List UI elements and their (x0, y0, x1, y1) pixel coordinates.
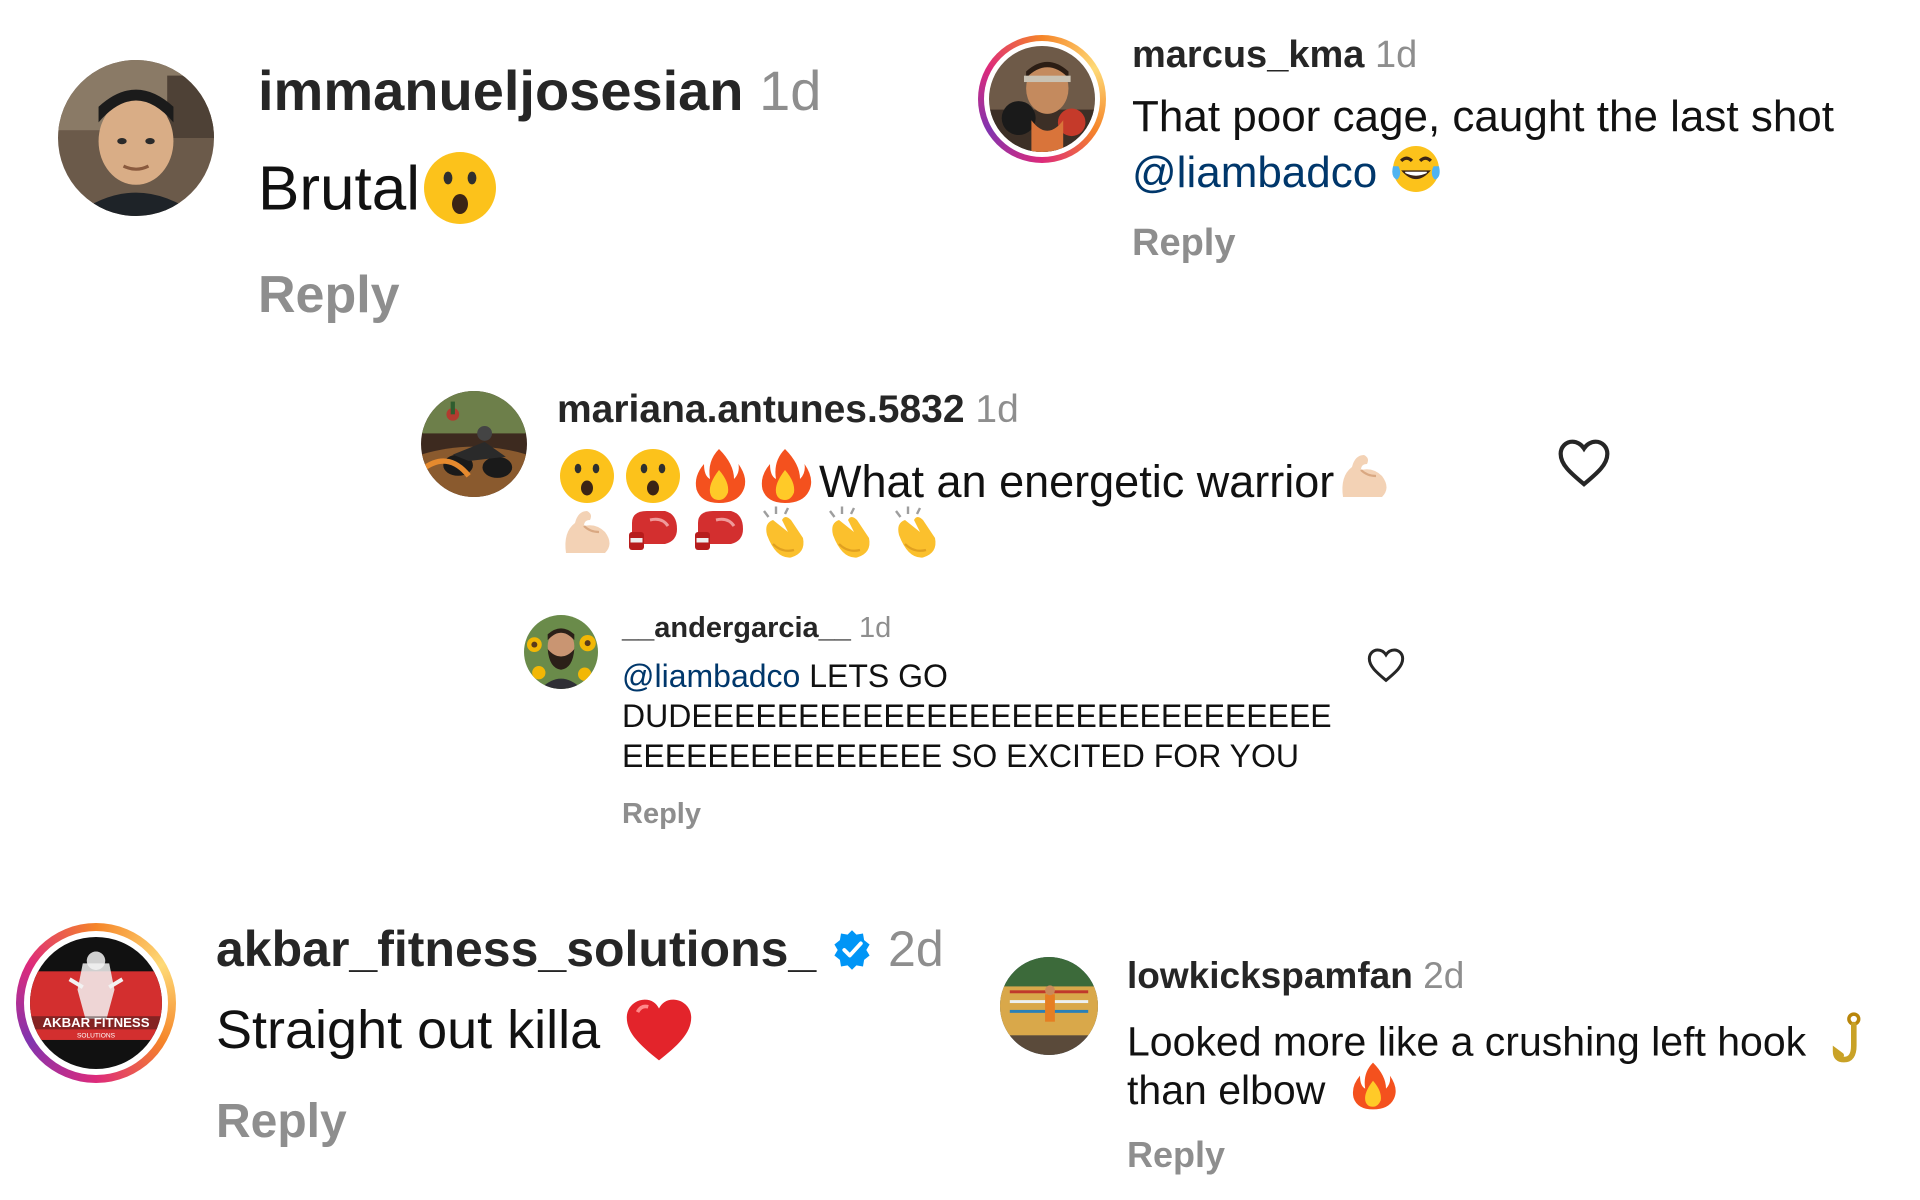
fire-emoji (1352, 1062, 1396, 1110)
avatar-marcus-kma[interactable] (989, 46, 1095, 152)
astonished-face-emoji (626, 449, 680, 503)
reply-button[interactable]: Reply (622, 798, 701, 831)
comment-username[interactable]: mariana.antunes.5832 1d (557, 388, 1019, 432)
mention-link[interactable]: @liambadco (622, 658, 800, 694)
mention-link[interactable]: @liambadco (1132, 148, 1377, 197)
comment-body: What an energetic warrior (819, 456, 1335, 507)
comment-body: That poor cage, caught the last shot (1132, 92, 1835, 141)
comment-time: 1d (1374, 34, 1418, 76)
flexed-biceps-emoji (1342, 455, 1387, 497)
comment-time: 2d (888, 921, 944, 977)
username-text[interactable]: mariana.antunes.5832 (557, 388, 965, 431)
comment-body: Brutal (258, 154, 420, 224)
avatar-brand-subtext: SOLUTIONS (77, 1032, 116, 1039)
comment-text: Brutal (258, 148, 500, 228)
comment-username[interactable]: immanueljosesian 1d (258, 58, 821, 123)
fire-emoji (695, 449, 746, 503)
comment-text: Straight out killa (216, 996, 695, 1064)
reply-button[interactable]: Reply (258, 265, 400, 325)
reply-button[interactable]: Reply (216, 1094, 347, 1149)
comments-collage: immanueljosesian 1d Brutal Reply marcus_… (0, 0, 1920, 1200)
comment-username[interactable]: __andergarcia__ 1d (622, 612, 891, 645)
comment-time: 2d (1423, 955, 1465, 996)
comment-username[interactable]: marcus_kma 1d (1132, 34, 1417, 77)
boxing-glove-emoji (695, 511, 743, 550)
heart-outline-icon[interactable] (1366, 646, 1406, 683)
reply-button[interactable]: Reply (1132, 222, 1235, 265)
clapping-hands-emoji (895, 506, 936, 558)
username-text[interactable]: marcus_kma (1132, 34, 1364, 76)
username-text[interactable]: lowkickspamfan (1127, 955, 1413, 996)
tears-of-joy-emoji (1392, 146, 1441, 192)
clapping-hands-emoji (763, 506, 804, 558)
avatar-andergarcia[interactable] (524, 615, 598, 689)
comment-username[interactable]: akbar_fitness_solutions_ 2d (216, 920, 944, 978)
astonished-face-emoji (423, 152, 496, 224)
comment-time: 1d (859, 612, 892, 644)
comment-body: Straight out killa (216, 999, 601, 1060)
username-text[interactable]: akbar_fitness_solutions_ (216, 921, 816, 977)
username-text[interactable]: __andergarcia__ (622, 612, 851, 644)
comment-body: LETS GO (809, 658, 948, 694)
comment-body: Looked more like a crushing left hook (1127, 1018, 1807, 1065)
red-heart-emoji (627, 999, 692, 1061)
comment-time: 1d (975, 388, 1019, 431)
hook-emoji (1832, 1012, 1861, 1063)
avatar-lowkickspamfan[interactable] (1000, 957, 1098, 1055)
fire-emoji (761, 449, 812, 503)
comment-text-line3: EEEEEEEEEEEEEEE SO EXCITED FOR YOU (622, 738, 1299, 774)
reply-button[interactable]: Reply (1127, 1134, 1225, 1176)
comment-text: @liambadco LETS GO (622, 658, 948, 695)
clapping-hands-emoji (829, 506, 870, 558)
comment-body-line2: than elbow (1127, 1066, 1326, 1113)
comment-text-line2: DUDEEEEEEEEEEEEEEEEEEEEEEEEEEEEEE (622, 698, 1332, 734)
flexed-biceps-emoji (565, 511, 610, 553)
comment-username[interactable]: lowkickspamfan 2d (1127, 955, 1464, 997)
verified-badge-icon (834, 930, 870, 970)
avatar-immanueljosesian[interactable] (58, 60, 214, 216)
astonished-face-emoji (560, 449, 614, 503)
comment-text: That poor cage, caught the last shot (1132, 92, 1834, 142)
comment-text-line2: @liambadco (1132, 142, 1443, 198)
comment-text: What an energetic warrior (557, 446, 1394, 508)
avatar-mariana-antunes[interactable] (421, 391, 527, 497)
username-text[interactable]: immanueljosesian (258, 59, 744, 122)
boxing-glove-emoji (629, 511, 677, 550)
comment-text-line2 (557, 502, 947, 564)
comment-time: 1d (759, 59, 822, 122)
heart-outline-icon[interactable] (1556, 436, 1612, 488)
comment-text-line2: than elbow (1127, 1060, 1399, 1114)
avatar-brand-text: AKBAR FITNESS (43, 1015, 150, 1030)
avatar-akbar-fitness[interactable]: AKBAR FITNESS SOLUTIONS (30, 937, 162, 1069)
